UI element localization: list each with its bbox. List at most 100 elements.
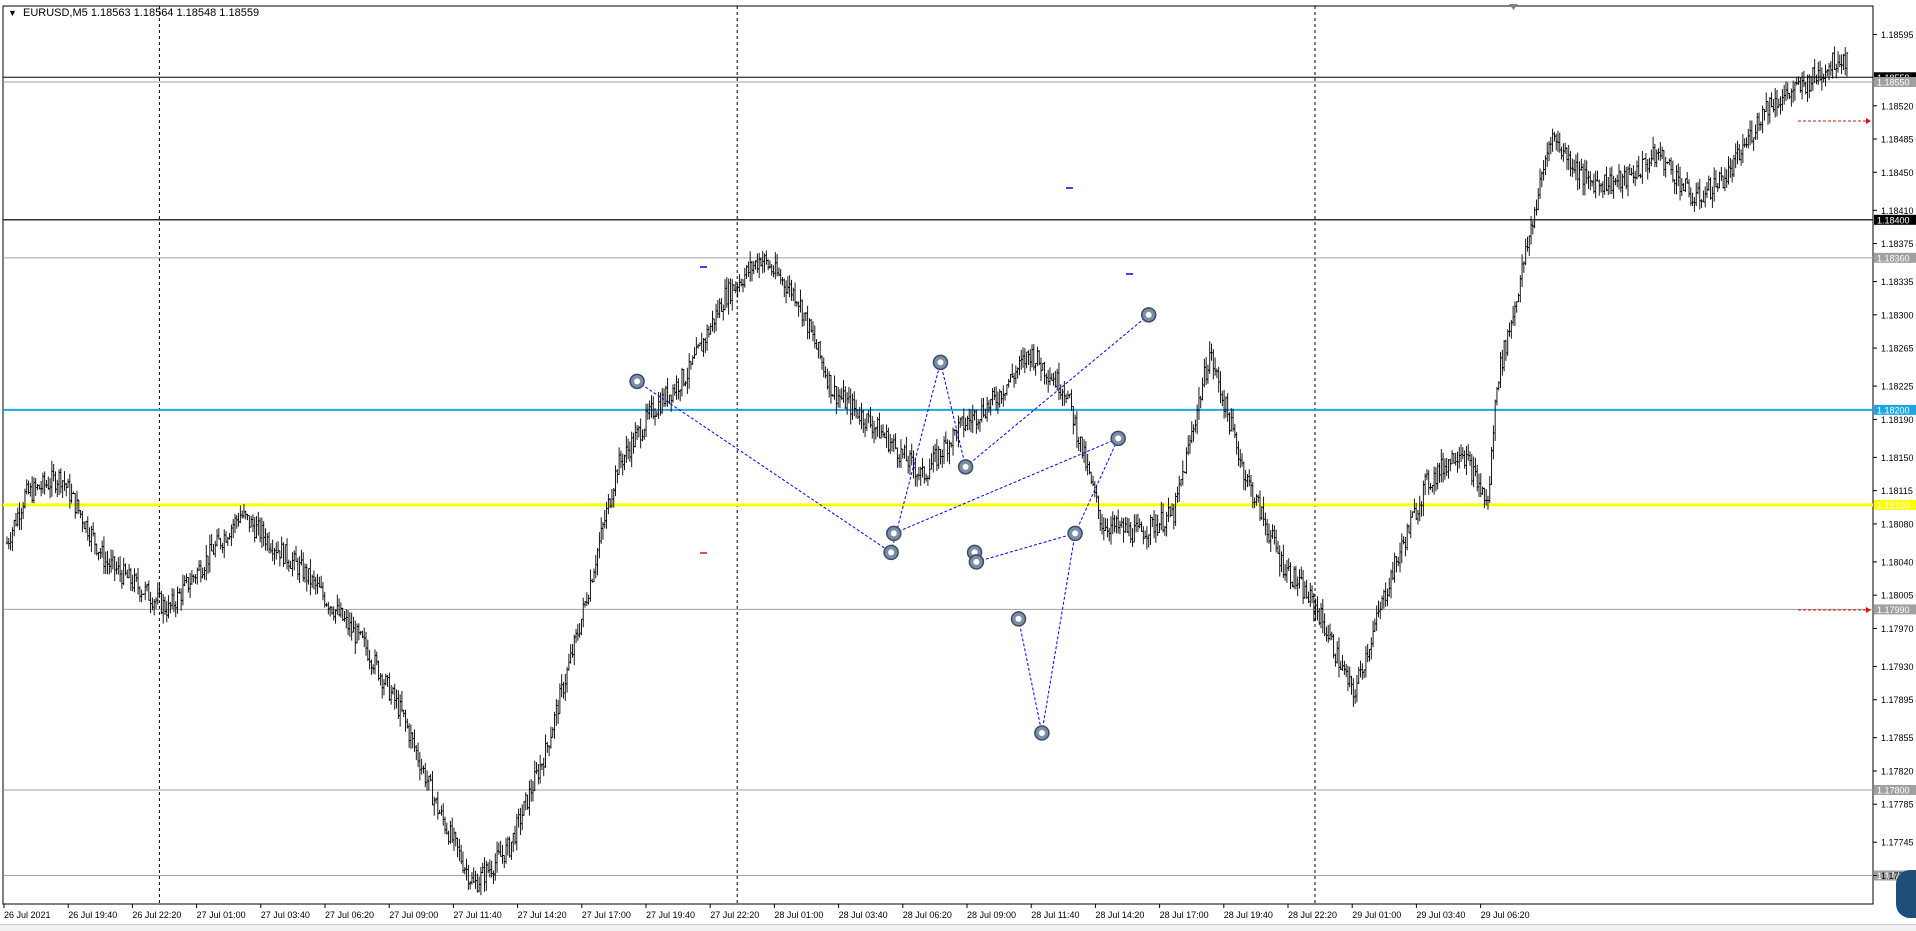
- candle: [1766, 100, 1770, 125]
- candle: [752, 261, 755, 275]
- candle: [1813, 59, 1816, 84]
- candle: [684, 380, 687, 387]
- candle: [576, 623, 580, 641]
- candle: [1745, 137, 1748, 148]
- candle: [1294, 565, 1298, 590]
- candle: [253, 516, 256, 543]
- candle: [1436, 462, 1439, 490]
- candle: [370, 659, 373, 675]
- candle: [1632, 165, 1635, 184]
- candle: [1562, 143, 1565, 162]
- candle: [582, 597, 585, 628]
- candle: [1063, 381, 1066, 406]
- candle: [1422, 480, 1425, 517]
- candle: [1048, 367, 1052, 386]
- candle: [1727, 156, 1730, 185]
- candle: [161, 593, 165, 624]
- candle: [1721, 175, 1725, 189]
- candle: [122, 557, 125, 586]
- candle: [375, 651, 378, 666]
- candle: [964, 417, 967, 432]
- candle: [393, 683, 396, 710]
- candle: [1842, 53, 1845, 71]
- candle: [1461, 447, 1465, 460]
- candle: [384, 673, 387, 686]
- candle: [458, 838, 461, 862]
- time-tick-label: 27 Jul 01:00: [197, 910, 246, 920]
- candle: [1325, 626, 1328, 642]
- candle: [1197, 386, 1201, 420]
- candle: [1594, 170, 1597, 199]
- candle: [12, 519, 16, 537]
- candle: [1560, 146, 1563, 160]
- candle: [65, 482, 68, 497]
- candle: [1039, 357, 1043, 382]
- candle: [1551, 128, 1554, 152]
- candle: [483, 857, 486, 892]
- level-label: 1.18100: [1877, 500, 1910, 510]
- candle: [386, 675, 389, 687]
- candle: [1057, 362, 1061, 401]
- candle: [1289, 562, 1292, 590]
- candle: [1474, 457, 1477, 477]
- candle: [1443, 458, 1447, 480]
- candle: [632, 432, 635, 454]
- candle: [1587, 170, 1590, 190]
- candle: [1108, 527, 1111, 542]
- candle: [865, 413, 869, 432]
- candle: [829, 374, 833, 404]
- candle: [747, 261, 750, 277]
- chart-area[interactable]: 1.185591.185501.184001.183601.182001.181…: [0, 0, 1916, 930]
- candle: [1032, 343, 1036, 371]
- candle: [1729, 157, 1732, 178]
- candle: [1648, 157, 1651, 173]
- candle: [556, 700, 560, 724]
- candle: [348, 612, 352, 637]
- candle: [1102, 517, 1106, 541]
- time-tick-label: 28 Jul 17:00: [1160, 910, 1209, 920]
- candle: [1386, 588, 1389, 607]
- candle: [185, 573, 188, 584]
- candle: [449, 820, 452, 844]
- candle: [962, 408, 965, 438]
- scroll-chart-icon[interactable]: [1896, 870, 1916, 918]
- candle: [889, 433, 892, 455]
- candle: [1569, 151, 1572, 177]
- candle: [1673, 179, 1676, 194]
- candle: [9, 532, 12, 551]
- candle: [1350, 675, 1353, 695]
- candle: [867, 410, 870, 424]
- candle: [289, 560, 292, 569]
- time-tick-label: 26 Jul 2021: [4, 910, 51, 920]
- candle: [826, 368, 829, 390]
- candle: [948, 440, 951, 465]
- candle: [1188, 435, 1192, 454]
- time-tick-label: 28 Jul 14:20: [1095, 910, 1144, 920]
- time-tick-label: 27 Jul 14:20: [518, 910, 567, 920]
- candle: [641, 429, 644, 442]
- candle: [300, 549, 303, 566]
- candle: [382, 679, 386, 696]
- candle: [1820, 67, 1824, 91]
- candle: [887, 427, 890, 453]
- candle: [1151, 516, 1154, 528]
- candle: [301, 552, 305, 582]
- candle: [1601, 181, 1605, 199]
- candle: [199, 560, 203, 583]
- candle: [32, 477, 36, 504]
- collapse-triangle-icon[interactable]: ▼: [8, 8, 17, 18]
- candle: [591, 578, 594, 583]
- candle: [206, 555, 210, 574]
- candle: [565, 666, 569, 693]
- candle: [158, 584, 161, 599]
- candle: [1425, 469, 1429, 481]
- candle: [538, 755, 542, 784]
- candle: [1352, 678, 1355, 707]
- candle: [416, 742, 420, 768]
- candle: [391, 686, 395, 695]
- candle: [836, 386, 840, 408]
- price-chart[interactable]: 1.185591.185501.184001.183601.182001.181…: [0, 0, 1916, 924]
- candle: [890, 438, 894, 452]
- price-tick-label: 1.18005: [1881, 591, 1914, 601]
- candle: [872, 420, 876, 444]
